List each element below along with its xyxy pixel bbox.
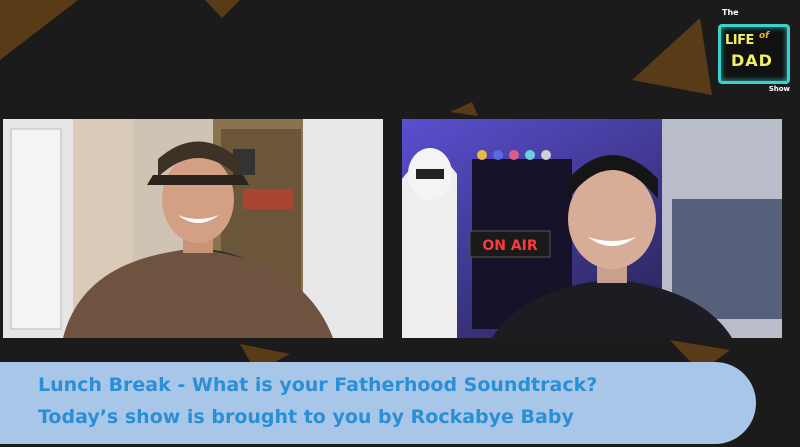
triangle-decor bbox=[205, 0, 240, 18]
logo-dad: DAD bbox=[731, 51, 773, 70]
show-logo: The LIFE of DAD Show bbox=[714, 6, 792, 94]
video-tile-right: ON AIR bbox=[402, 119, 782, 338]
logo-the: The bbox=[722, 8, 739, 17]
triangle-decor bbox=[632, 18, 712, 95]
triangle-decor bbox=[0, 0, 78, 60]
on-air-sign: ON AIR bbox=[482, 238, 538, 254]
video-tile-left bbox=[3, 119, 383, 338]
person-video-left-icon bbox=[3, 119, 383, 338]
banner-sponsor: Today’s show is brought to you by Rockab… bbox=[38, 406, 574, 428]
person-video-right-icon: ON AIR bbox=[402, 119, 782, 338]
triangle-decor bbox=[450, 102, 478, 116]
logo-show: Show bbox=[768, 85, 790, 93]
logo-box: LIFE of DAD bbox=[718, 24, 790, 84]
banner-headline: Lunch Break - What is your Fatherhood So… bbox=[38, 374, 598, 396]
lower-third-banner: Lunch Break - What is your Fatherhood So… bbox=[0, 362, 756, 444]
logo-of: of bbox=[759, 31, 770, 41]
logo-life: LIFE bbox=[725, 33, 754, 48]
